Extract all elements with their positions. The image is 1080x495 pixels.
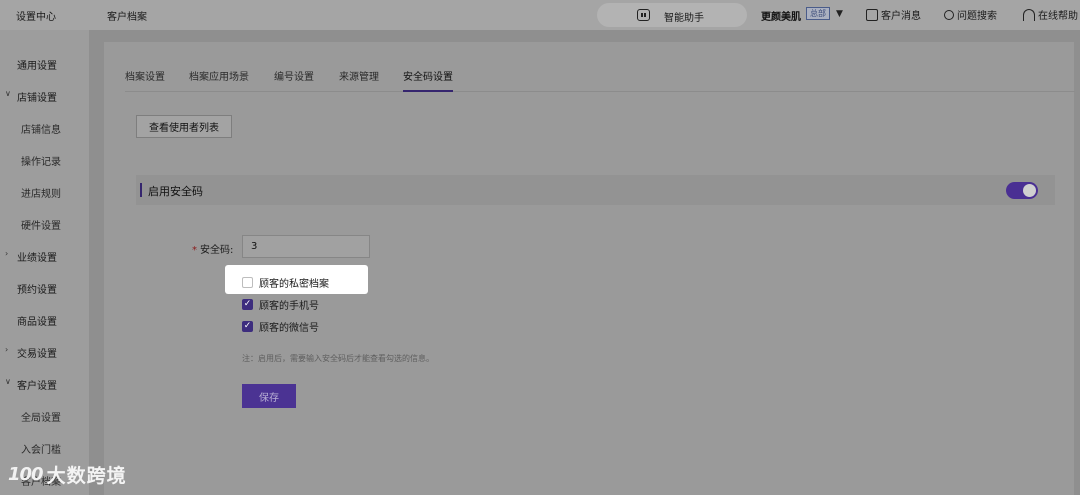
sidebar-item-general[interactable]: 通用设置	[0, 54, 89, 74]
message-icon	[866, 8, 878, 21]
help-button[interactable]: 在线帮助	[1023, 7, 1078, 22]
security-code-section: 启用安全码	[136, 175, 1055, 205]
search-icon	[944, 9, 954, 20]
breadcrumb[interactable]: 客户档案	[107, 8, 147, 23]
sidebar-item-label: 预约设置	[17, 285, 57, 296]
search-button[interactable]: 问题搜索	[944, 7, 997, 22]
store-badge: 总部	[806, 7, 830, 20]
option-label: 顾客的私密档案	[259, 279, 329, 290]
option-private-profile[interactable]: 顾客的私密档案	[242, 275, 329, 290]
sidebar-item-label: 交易设置	[17, 349, 57, 360]
section-title: 启用安全码	[148, 185, 203, 198]
checkbox-checked-icon[interactable]: ✓	[242, 321, 253, 332]
enable-toggle[interactable]	[1006, 182, 1038, 199]
required-mark: *	[192, 245, 197, 256]
option-label: 顾客的微信号	[259, 323, 319, 334]
main-area: 档案设置 档案应用场景 编号设置 来源管理 安全码设置 查看使用者列表 启用安全…	[89, 30, 1080, 495]
view-users-button[interactable]: 查看使用者列表	[136, 115, 232, 138]
tab-source-management[interactable]: 来源管理	[339, 68, 379, 83]
sidebar: 通用设置 ∨ 店铺设置 店铺信息 操作记录 进店规则 硬件设置 › 业绩设置 预…	[0, 30, 89, 495]
assistant-button[interactable]: 智能助手	[597, 3, 747, 27]
sidebar-group-store[interactable]: ∨ 店铺设置	[0, 86, 89, 106]
sidebar-item-label: 客户设置	[17, 381, 57, 392]
sidebar-item-label: 业绩设置	[17, 253, 57, 264]
save-button[interactable]: 保存	[242, 384, 296, 408]
sidebar-item-label: 入会门槛	[21, 445, 61, 456]
sidebar-group-performance[interactable]: › 业绩设置	[0, 246, 89, 266]
tab-security-code[interactable]: 安全码设置	[403, 68, 453, 92]
option-label: 顾客的手机号	[259, 301, 319, 312]
chevron-down-icon: ∨	[5, 377, 11, 386]
tab-number-settings[interactable]: 编号设置	[274, 68, 314, 83]
tab-bar: 档案设置 档案应用场景 编号设置 来源管理 安全码设置	[125, 68, 1075, 92]
sidebar-item-hardware[interactable]: 硬件设置	[0, 214, 89, 234]
sidebar-item-entry-rules[interactable]: 进店规则	[0, 182, 89, 202]
store-name[interactable]: 更颜美肌	[761, 8, 801, 23]
help-label: 在线帮助	[1038, 11, 1078, 22]
sidebar-item-global[interactable]: 全局设置	[0, 406, 89, 426]
search-label: 问题搜索	[957, 11, 997, 22]
tab-profile-settings[interactable]: 档案设置	[125, 68, 165, 83]
sidebar-group-trade[interactable]: › 交易设置	[0, 342, 89, 362]
app-title[interactable]: 设置中心	[16, 8, 56, 23]
sidebar-item-label: 操作记录	[21, 157, 61, 168]
sidebar-item-membership-threshold[interactable]: 入会门槛	[0, 438, 89, 458]
chevron-right-icon: ›	[5, 345, 9, 354]
messages-button[interactable]: 客户消息	[866, 7, 921, 22]
sidebar-item-label: 进店规则	[21, 189, 61, 200]
assistant-label: 智能助手	[664, 13, 704, 24]
option-phone[interactable]: ✓ 顾客的手机号	[242, 297, 319, 312]
note-text: 注：启用后，需要输入安全码后才能查看勾选的信息。	[242, 354, 434, 363]
watermark: 100 大数跨境	[8, 461, 127, 488]
chevron-right-icon: ›	[5, 249, 9, 258]
messages-label: 客户消息	[881, 11, 921, 22]
option-wechat[interactable]: ✓ 顾客的微信号	[242, 319, 319, 334]
sidebar-item-label: 店铺设置	[17, 93, 57, 104]
sidebar-item-label: 店铺信息	[21, 125, 61, 136]
checkbox-unchecked-icon[interactable]	[242, 277, 253, 288]
top-bar: 设置中心 客户档案 智能助手 更颜美肌 总部 ▼ 客户消息 问题搜索 在线帮助	[0, 0, 1080, 30]
headset-icon	[1023, 8, 1035, 21]
watermark-logo: 100	[8, 464, 44, 485]
caret-down-icon[interactable]: ▼	[836, 9, 843, 19]
tab-profile-scenarios[interactable]: 档案应用场景	[189, 68, 249, 83]
chevron-down-icon: ∨	[5, 89, 11, 98]
sidebar-item-label: 硬件设置	[21, 221, 61, 232]
sidebar-group-customer[interactable]: ∨ 客户设置	[0, 374, 89, 394]
toggle-knob	[1023, 184, 1036, 197]
sidebar-item-goods[interactable]: 商品设置	[0, 310, 89, 330]
sidebar-item-booking[interactable]: 预约设置	[0, 278, 89, 298]
checkbox-checked-icon[interactable]: ✓	[242, 299, 253, 310]
sidebar-item-label: 商品设置	[17, 317, 57, 328]
sidebar-item-store-info[interactable]: 店铺信息	[0, 118, 89, 138]
content-card: 档案设置 档案应用场景 编号设置 来源管理 安全码设置 查看使用者列表 启用安全…	[104, 42, 1075, 495]
watermark-text: 大数跨境	[46, 465, 127, 487]
sidebar-item-operation-log[interactable]: 操作记录	[0, 150, 89, 170]
security-code-label-text: 安全码:	[200, 245, 234, 256]
security-code-input[interactable]: 3	[242, 235, 370, 258]
robot-icon	[637, 9, 650, 21]
sidebar-item-label: 全局设置	[21, 413, 61, 424]
sidebar-item-label: 通用设置	[17, 61, 57, 72]
security-code-label: * 安全码:	[192, 241, 233, 256]
section-accent-bar	[140, 183, 142, 197]
